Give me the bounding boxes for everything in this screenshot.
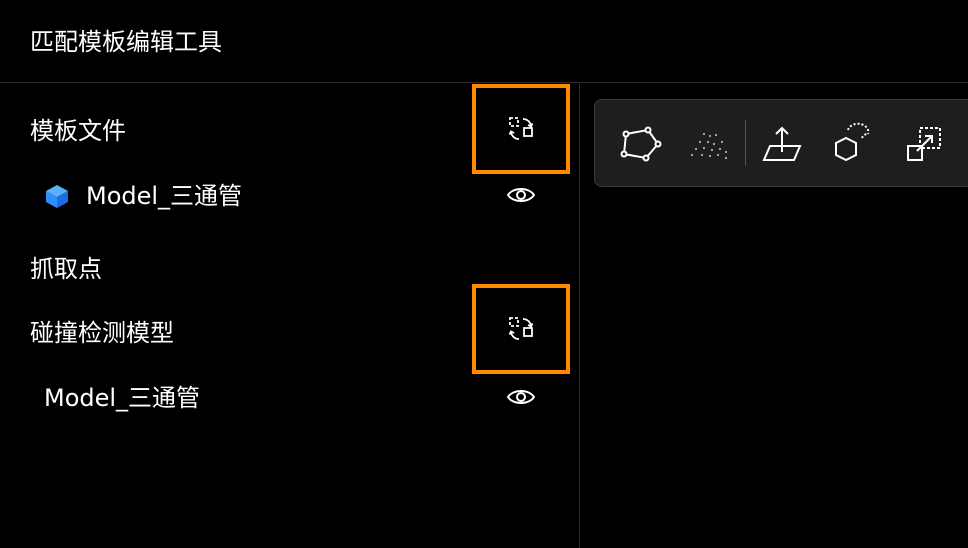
plane-icon — [762, 126, 802, 161]
template-file-label: Model_三通管 — [86, 182, 243, 210]
plane-tool-button[interactable] — [757, 120, 807, 168]
section-title-grab-point: 抓取点 — [30, 255, 102, 283]
refresh-swap-icon — [508, 317, 534, 340]
eye-icon[interactable] — [506, 386, 536, 408]
toolbar-separator — [745, 120, 746, 166]
resize-tool-button[interactable] — [899, 120, 949, 168]
refresh-swap-icon — [508, 117, 534, 140]
collision-model-refresh-button[interactable] — [472, 284, 570, 374]
panel-divider — [579, 84, 580, 548]
eye-icon[interactable] — [506, 184, 536, 206]
point-cloud-icon — [691, 133, 727, 159]
app-header: 匹配模板编辑工具 — [0, 0, 968, 83]
polygon-tool-button[interactable] — [615, 120, 665, 168]
cube-icon — [46, 185, 68, 208]
collision-model-label: Model_三通管 — [44, 384, 201, 412]
viewport-toolbar — [594, 99, 968, 187]
polygon-icon — [620, 126, 662, 162]
hexagon-cloud-icon — [835, 122, 870, 162]
template-file-item[interactable]: Model_三通管 — [44, 181, 242, 211]
template-file-refresh-button[interactable] — [472, 84, 570, 174]
resize-icon — [907, 127, 941, 161]
point-cloud-tool-button[interactable] — [683, 120, 733, 168]
collision-model-item[interactable]: Model_三通管 — [44, 383, 200, 413]
app-title: 匹配模板编辑工具 — [30, 28, 222, 56]
hexagon-cloud-tool-button[interactable] — [827, 120, 877, 168]
section-title-collision-model: 碰撞检测模型 — [30, 319, 174, 347]
section-title-template-file: 模板文件 — [30, 117, 126, 145]
